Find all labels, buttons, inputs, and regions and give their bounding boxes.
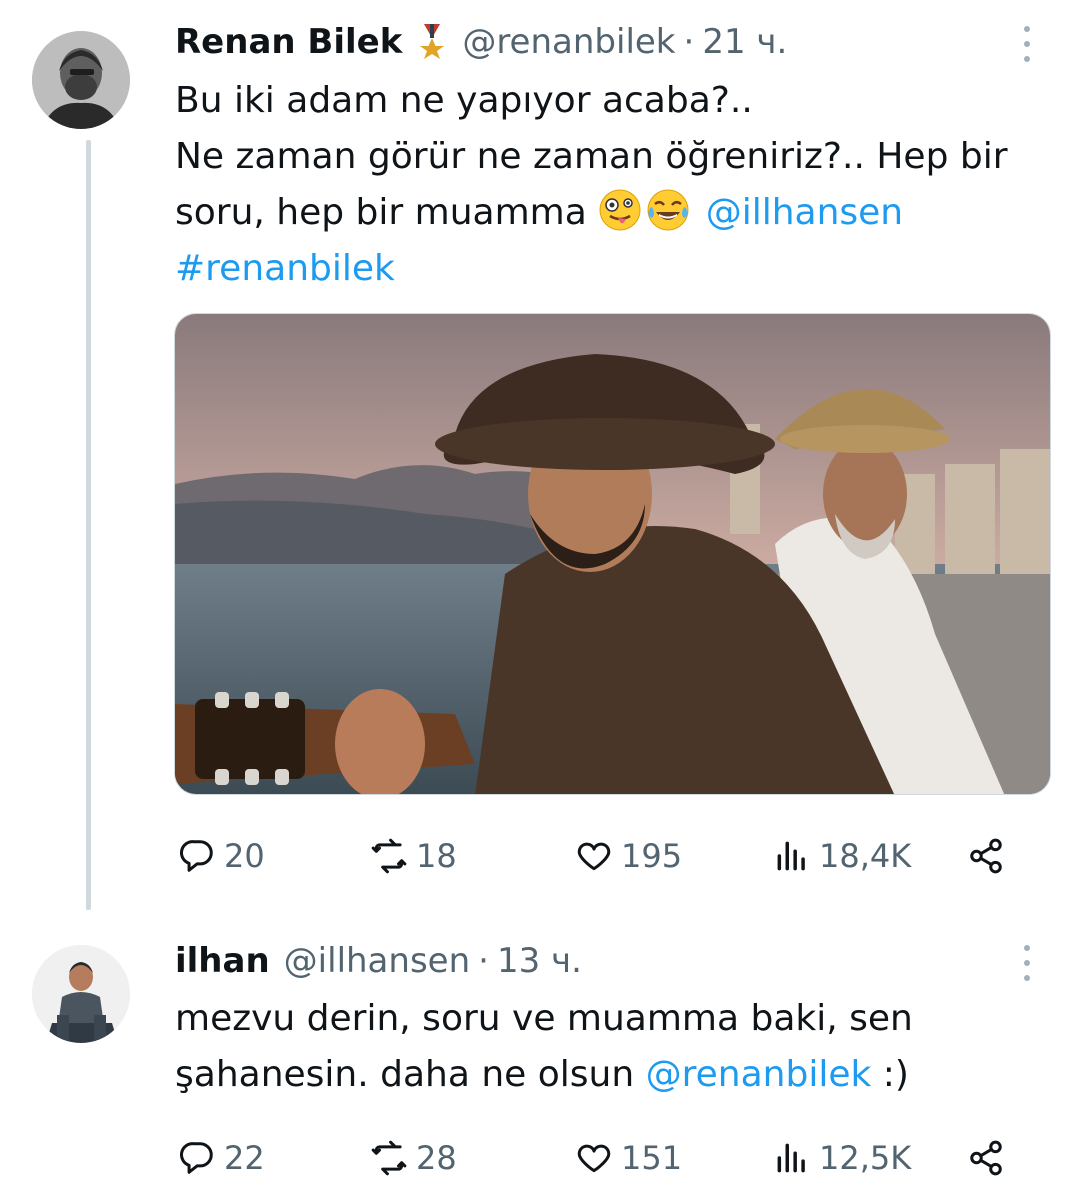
reply-count-2: 22 [224,1139,265,1177]
views-chart-icon [777,841,805,871]
views-button[interactable]: 18,4K [773,826,911,886]
repost-count: 18 [416,837,457,875]
text-line-2: Ne zaman görür ne zaman öğreniriz?.. Hep… [175,136,1008,177]
views-count: 18,4K [819,837,912,875]
heart-icon [577,842,611,871]
medal-icon [412,22,452,62]
reply-line-2-suffix: :) [871,1054,909,1095]
tweet-text-2: mezvu derin, soru ve muamma baki, sen şa… [175,991,1055,1103]
views-count-2: 12,5K [819,1139,912,1177]
author-name[interactable]: Renan Bilek [175,22,402,62]
repost-button-2[interactable]: 28 [370,1128,457,1188]
heart-icon [577,1144,611,1173]
avatar-ilhan[interactable] [32,945,130,1043]
thread-line [86,140,91,910]
tweet-header: Renan Bilek @renanbilek · 21 ч. [175,20,787,64]
timestamp-2[interactable]: 13 ч. [497,941,582,981]
zany-face-emoji [598,188,642,232]
like-count-2: 151 [621,1139,683,1177]
reply-line-1: mezvu derin, soru ve muamma baki, sen [175,998,913,1039]
tears-of-joy-emoji [646,188,690,232]
reply-icon [179,1142,213,1174]
tweet-actions-2: 22 28 151 12,5K [175,1128,1025,1188]
reply-line-2: şahanesin. daha ne olsun @renanbilek :) [175,1047,1055,1103]
tweet-photo[interactable] [174,313,1051,795]
tweet-text: Bu iki adam ne yapıyor acaba?.. Ne zaman… [175,73,1055,297]
views-chart-icon [777,1143,805,1173]
share-icon [970,1140,1002,1176]
hashtag-link[interactable]: #renanbilek [175,248,395,289]
reply-line-2-prefix: şahanesin. daha ne olsun [175,1054,646,1095]
more-options-icon-2[interactable] [1017,943,1037,983]
views-button-2[interactable]: 12,5K [773,1128,911,1188]
timestamp[interactable]: 21 ч. [702,22,787,62]
repost-count-2: 28 [416,1139,457,1177]
avatar-renan[interactable] [32,31,130,129]
mention-link-2[interactable]: @renanbilek [646,1054,872,1095]
text-line-1: Bu iki adam ne yapıyor acaba?.. [175,80,753,121]
mention-link[interactable]: @illhansen [706,192,903,233]
repost-icon [371,838,407,874]
like-count: 195 [621,837,683,875]
more-options-icon[interactable] [1017,24,1037,64]
share-icon [970,838,1002,874]
like-button[interactable]: 195 [575,826,682,886]
repost-button[interactable]: 18 [370,826,457,886]
text-line-3: soru, hep bir muamma @illhansen [175,185,1055,241]
author-handle-2[interactable]: @illhansen [284,941,470,981]
reply-button[interactable]: 20 [178,826,265,886]
share-button-2[interactable] [967,1128,1013,1188]
like-button-2[interactable]: 151 [575,1128,682,1188]
reply-count: 20 [224,837,265,875]
text-line-4: #renanbilek [175,241,1055,297]
reply-button-2[interactable]: 22 [178,1128,265,1188]
author-handle[interactable]: @renanbilek [462,22,675,62]
reply-icon [179,840,213,872]
tweet-actions: 20 18 195 18,4K [175,826,1025,886]
author-name-2[interactable]: ilhan [175,941,270,981]
text-line-3-content: soru, hep bir muamma [175,192,599,233]
tweet-header-2: ilhan @illhansen · 13 ч. [175,939,582,983]
repost-icon [371,1140,407,1176]
separator-dot: · [683,22,695,62]
separator-dot-2: · [478,941,489,981]
share-button[interactable] [967,826,1013,886]
